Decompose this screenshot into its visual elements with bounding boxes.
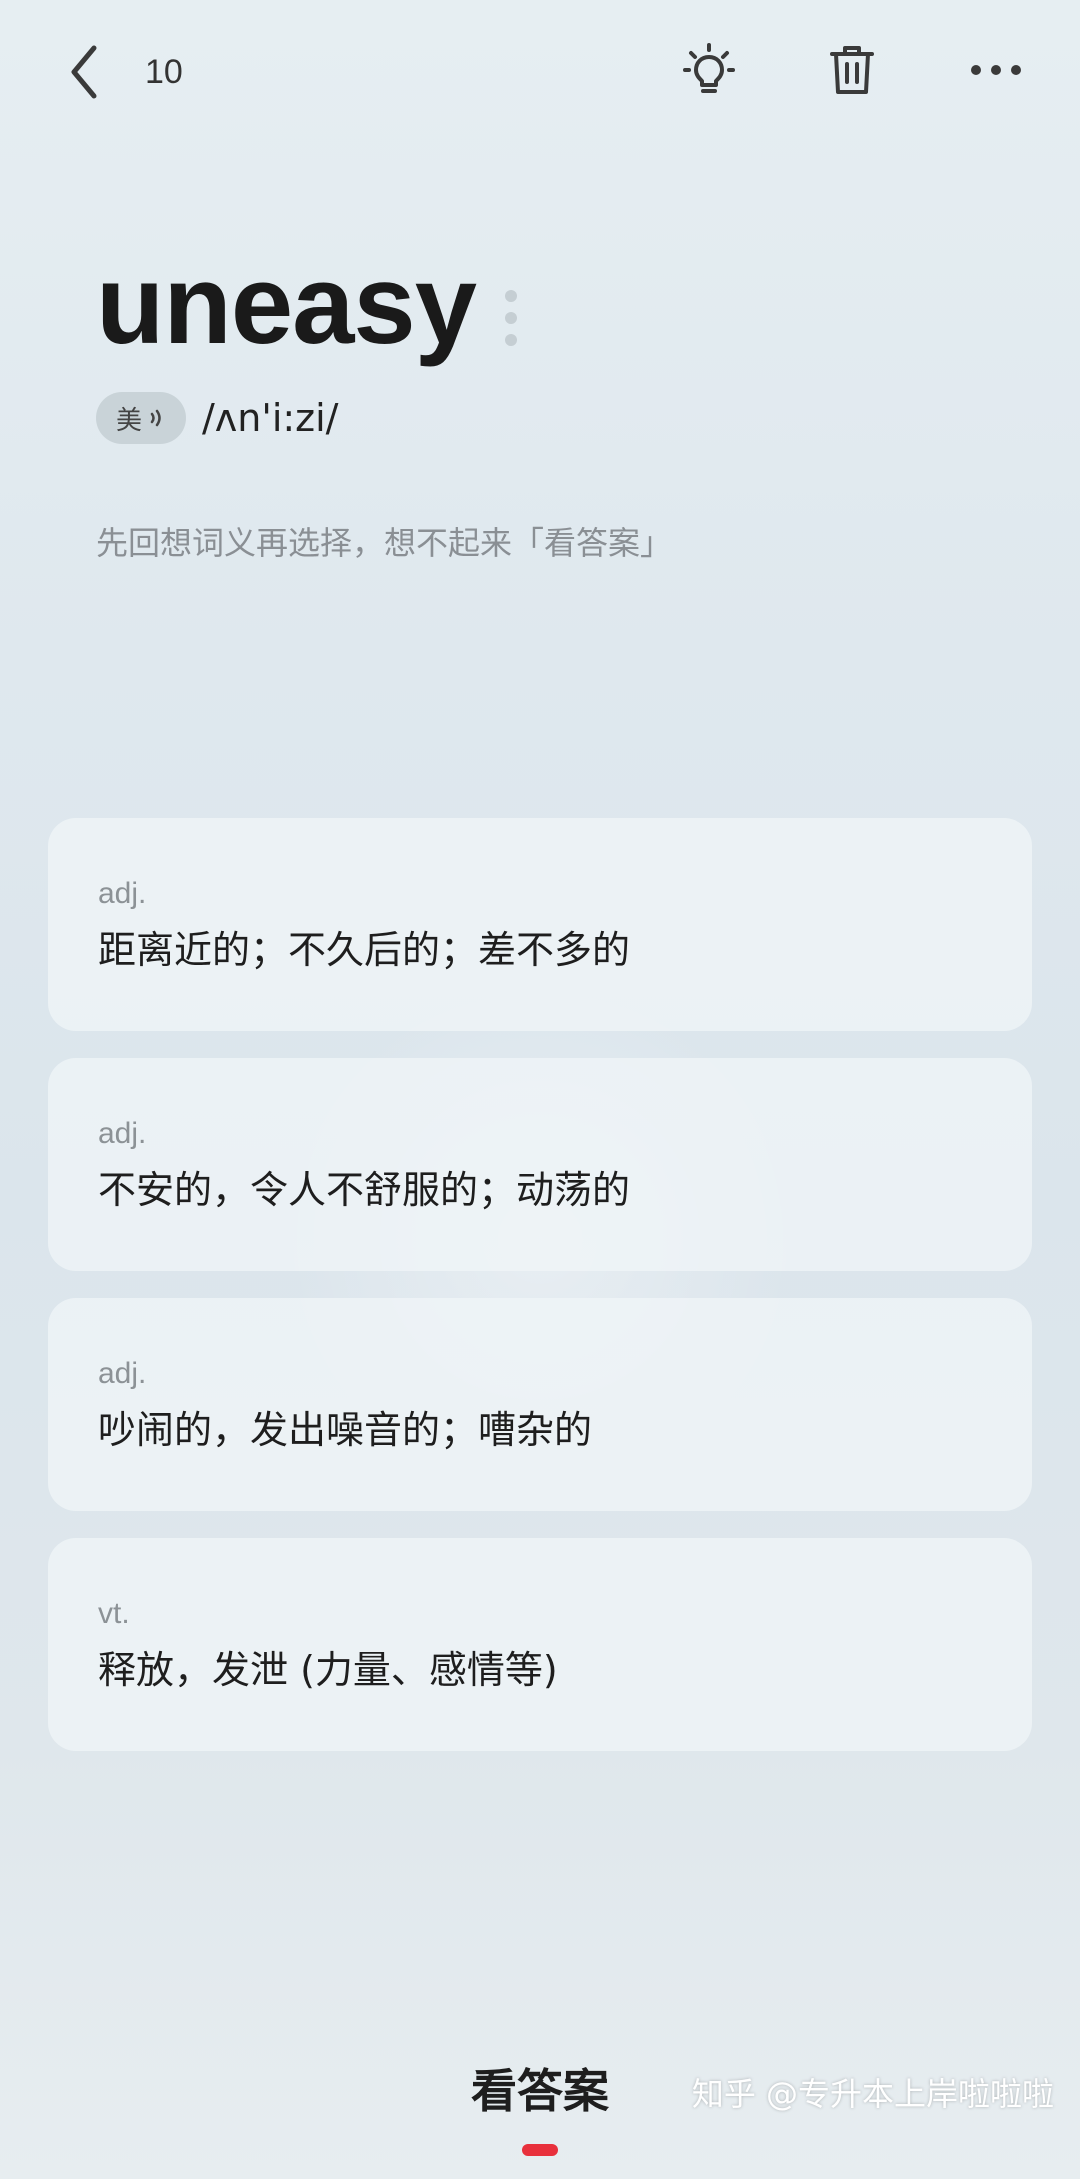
- word-count: 10: [145, 53, 183, 91]
- option-card-1[interactable]: adj. 距离近的；不久后的；差不多的: [48, 818, 1032, 1031]
- more-button[interactable]: [964, 38, 1028, 102]
- option-meaning: 不安的，令人不舒服的；动荡的: [98, 1168, 631, 1212]
- option-card-2[interactable]: adj. 不安的，令人不舒服的；动荡的: [48, 1058, 1032, 1271]
- option-meaning: 释放，发泄 (力量、感情等): [98, 1648, 558, 1692]
- option-card-4[interactable]: vt. 释放，发泄 (力量、感情等): [48, 1538, 1032, 1751]
- option-meaning: 吵闹的，发出噪音的；嘈杂的: [98, 1408, 593, 1452]
- more-dots-icon: [971, 65, 1021, 75]
- part-of-speech: vt.: [98, 1597, 130, 1630]
- lightbulb-icon: [683, 43, 735, 93]
- option-meaning: 距离近的；不久后的；差不多的: [98, 928, 631, 972]
- part-of-speech: adj.: [98, 1117, 147, 1150]
- chevron-left-icon: [71, 45, 97, 99]
- option-list: adj. 距离近的；不久后的；差不多的 adj. 不安的，令人不舒服的；动荡的 …: [48, 818, 1032, 1778]
- word-title: uneasy: [96, 242, 477, 367]
- watermark: 知乎 @专升本上岸啦啦啦: [691, 2075, 1054, 2113]
- back-button[interactable]: [56, 40, 112, 104]
- pronunciation-button[interactable]: 美: [96, 392, 186, 444]
- hint-button[interactable]: [677, 38, 741, 102]
- top-bar: 10: [0, 0, 1080, 145]
- show-answer-indicator: [522, 2144, 558, 2156]
- speaker-icon: [150, 409, 161, 427]
- instruction-text: 先回想词义再选择，想不起来「看答案」: [96, 524, 673, 562]
- part-of-speech: adj.: [98, 1357, 147, 1390]
- option-card-3[interactable]: adj. 吵闹的，发出噪音的；嘈杂的: [48, 1298, 1032, 1511]
- part-of-speech: adj.: [98, 877, 147, 910]
- phonetic-text: /ʌn'i:zi/: [202, 396, 339, 440]
- trash-icon: [830, 46, 874, 94]
- delete-button[interactable]: [820, 38, 884, 102]
- vertical-dots-icon[interactable]: [502, 288, 520, 348]
- accent-label: 美: [115, 405, 142, 436]
- show-answer-button[interactable]: 看答案: [420, 2060, 660, 2122]
